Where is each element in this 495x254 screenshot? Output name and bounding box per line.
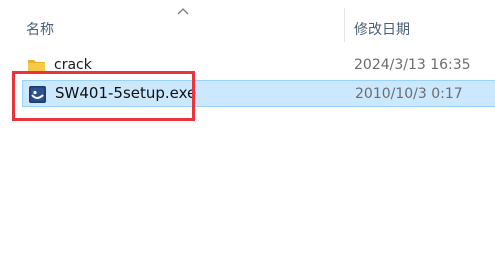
column-header-name[interactable]: 名称 xyxy=(26,19,54,39)
column-header-date-modified[interactable]: 修改日期 xyxy=(354,19,410,39)
sort-ascending-icon xyxy=(177,8,189,15)
file-date-modified: 2024/3/13 16:35 xyxy=(354,57,471,73)
file-list-pane: 名称 修改日期 crack 2024/3/13 16:35 SW401-5set… xyxy=(0,0,495,254)
column-divider[interactable] xyxy=(344,8,345,42)
annotation-highlight-box xyxy=(12,71,195,121)
file-date-modified: 2010/10/3 0:17 xyxy=(355,86,463,102)
column-header-bar: 名称 修改日期 xyxy=(0,0,495,46)
